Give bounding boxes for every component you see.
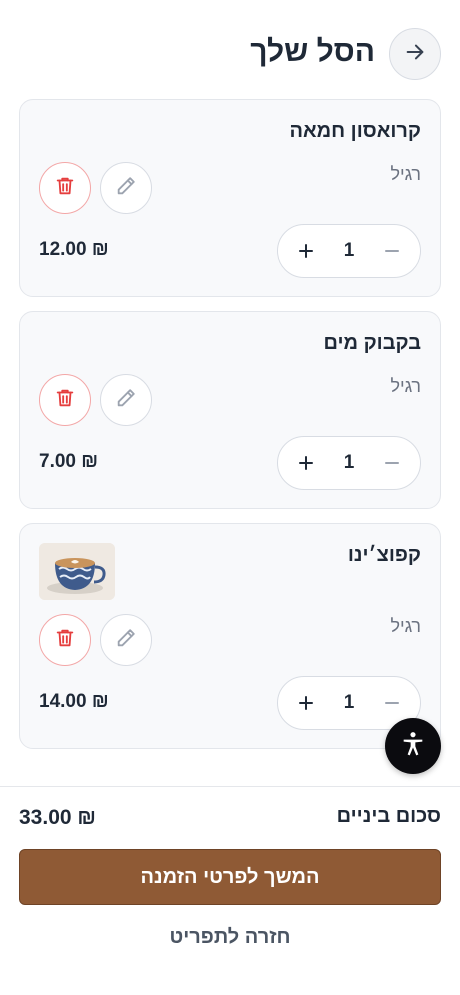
quantity-value: 1 (343, 240, 355, 261)
edit-item-button[interactable] (100, 374, 152, 426)
divider (0, 786, 460, 787)
quantity-stepper: 1 (277, 224, 421, 278)
increase-button[interactable] (294, 239, 318, 263)
quantity-value: 1 (343, 692, 355, 713)
header: הסל שלך (0, 28, 460, 82)
item-name: בקבוק מים (323, 332, 421, 354)
trash-icon (54, 387, 76, 414)
back-to-menu-link[interactable]: חזרה לתפריט (0, 926, 460, 949)
plus-icon (299, 456, 313, 470)
plus-icon (299, 696, 313, 710)
increase-button[interactable] (294, 691, 318, 715)
checkout-button[interactable]: המשך לפרטי הזמנה (19, 849, 441, 905)
delete-item-button[interactable] (39, 374, 91, 426)
coffee-cup-image (39, 543, 115, 600)
item-price: ₪ 7.00 (39, 451, 99, 472)
subtotal-value: ₪ 33.00 (19, 806, 96, 829)
trash-icon (54, 175, 76, 202)
decrease-button[interactable] (380, 239, 404, 263)
item-variant: רגיל (390, 164, 421, 184)
item-variant: רגיל (390, 376, 421, 396)
increase-button[interactable] (294, 451, 318, 475)
accessibility-icon (399, 730, 427, 763)
item-price: ₪ 12.00 (39, 239, 109, 260)
decrease-button[interactable] (380, 691, 404, 715)
delete-item-button[interactable] (39, 162, 91, 214)
pencil-icon (115, 175, 137, 202)
cart-item: קפוצ׳ינו רגיל 1 ₪ 14.00 (19, 523, 441, 749)
delete-item-button[interactable] (39, 614, 91, 666)
minus-icon (384, 702, 399, 704)
item-variant: רגיל (390, 616, 421, 636)
item-name: קפוצ׳ינו (347, 544, 421, 566)
arrow-right-icon (404, 41, 426, 68)
pencil-icon (115, 627, 137, 654)
cart-item: קרואסון חמאה רגיל 1 ₪ 12.00 (19, 99, 441, 297)
minus-icon (384, 250, 399, 252)
edit-item-button[interactable] (100, 614, 152, 666)
item-name: קרואסון חמאה (289, 120, 421, 142)
quantity-value: 1 (343, 452, 355, 473)
decrease-button[interactable] (380, 451, 404, 475)
item-price: ₪ 14.00 (39, 691, 109, 712)
edit-item-button[interactable] (100, 162, 152, 214)
pencil-icon (115, 387, 137, 414)
accessibility-button[interactable] (385, 718, 441, 774)
minus-icon (384, 462, 399, 464)
plus-icon (299, 244, 313, 258)
page-title: הסל שלך (250, 35, 375, 68)
subtotal-label: סכום ביניים (336, 805, 441, 827)
trash-icon (54, 627, 76, 654)
quantity-stepper: 1 (277, 436, 421, 490)
cart-item: בקבוק מים רגיל 1 ₪ 7.00 (19, 311, 441, 509)
back-button[interactable] (389, 28, 441, 80)
